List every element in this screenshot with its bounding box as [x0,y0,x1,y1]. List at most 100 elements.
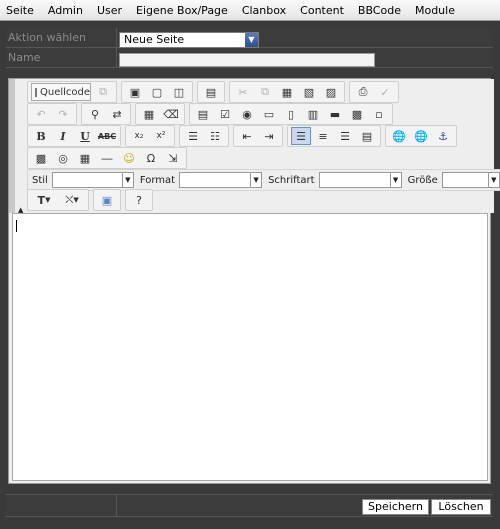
cut-icon[interactable]: ✂ [233,83,253,101]
outdent-icon[interactable]: ⇤ [237,127,257,145]
save-button[interactable]: Speichern [362,499,429,515]
preview-icon[interactable]: ◫ [169,83,189,101]
subscript-button[interactable]: x₂ [129,127,149,145]
name-label: Name [8,51,41,64]
table-icon[interactable]: ▦ [75,149,95,167]
find-icon[interactable]: ⚲ [85,105,105,123]
hidden-field-icon[interactable]: ▫ [369,105,389,123]
about-icon[interactable]: ? [129,191,149,209]
toolbar-row-3: B I U ABC x₂ x² ☰ ☷ ⇤ ⇥ ☰ ≡ ☰ ▤ 🌐 🌐 ⚓ [27,125,461,147]
image-icon[interactable]: ▩ [31,149,51,167]
row-divider [116,28,117,47]
toolbar-group-templates: ▤ [197,81,225,103]
anchor-icon[interactable]: ⚓ [433,127,453,145]
menu-item-module[interactable]: Module [408,4,462,17]
paste-word-icon[interactable]: ▨ [321,83,341,101]
menu-item-seite[interactable]: Seite [0,4,41,17]
toolbar-group-forms: ▤ ☑ ◉ ▭ ▯ ▥ ▬ ▩ ▫ [189,103,393,125]
save-icon[interactable]: ▣ [125,83,145,101]
chevron-down-icon[interactable]: ▼ [245,33,258,47]
style-select[interactable]: ▼ [51,172,134,188]
copy-icon[interactable]: ⧉ [255,83,275,101]
menu-item-user[interactable]: User [90,4,129,17]
flash-icon[interactable]: ◎ [53,149,73,167]
delete-button[interactable]: Löschen [431,499,491,515]
strike-button[interactable]: ABC [97,127,117,145]
text-color-icon[interactable]: T ▼ [31,191,57,209]
undo-icon[interactable]: ↶ [31,105,51,123]
menu-item-admin[interactable]: Admin [41,4,90,17]
special-char-icon[interactable]: Ω [141,149,161,167]
horizontal-rule-icon[interactable]: ― [97,149,117,167]
menu-item-content[interactable]: Content [293,4,351,17]
indent-icon[interactable]: ⇥ [259,127,279,145]
font-select[interactable]: ▼ [318,172,402,188]
row-divider [116,495,117,516]
selection-field-icon[interactable]: ▥ [303,105,323,123]
select-all-icon[interactable]: ▦ [139,105,159,123]
action-select-value: Neue Seite [124,33,185,46]
toolbar-group-find: ⚲ ⇄ [81,103,131,125]
spellcheck-icon[interactable]: ✓ [375,83,395,101]
image-button-icon[interactable]: ▩ [347,105,367,123]
align-center-icon[interactable]: ≡ [313,127,333,145]
remove-format-icon[interactable]: ⌫ [161,105,181,123]
toolbar-group-maximize: ▣ [93,189,121,211]
toolbar-group-combos: Stil ▼ Format ▼ Schriftart ▼ Größe ▼ [27,169,500,191]
underline-button[interactable]: U [75,127,95,145]
row-divider [116,48,117,67]
format-select[interactable]: ▼ [179,172,263,188]
toolbar-group-select: ▦ ⌫ [135,103,185,125]
unlink-icon[interactable]: 🌐 [411,127,431,145]
top-menu-bar: Seite Admin User Eigene Box/Page Clanbox… [0,0,500,21]
numbered-list-icon[interactable]: ☰ [183,127,203,145]
textfield-icon[interactable]: ▭ [259,105,279,123]
toolbar-group-document: ▣ ▢ ◫ [121,81,193,103]
size-select[interactable]: ▼ [441,172,500,188]
chevron-down-icon[interactable]: ▼ [250,173,262,187]
align-right-icon[interactable]: ☰ [335,127,355,145]
page-break-icon[interactable]: ⇲ [163,149,183,167]
bold-button[interactable]: B [31,127,51,145]
editor-content-area[interactable] [12,213,488,481]
print-icon[interactable]: ⎙ [353,83,373,101]
menu-item-clanbox[interactable]: Clanbox [235,4,293,17]
menu-item-eigene-box-page[interactable]: Eigene Box/Page [129,4,235,17]
source-button[interactable]: Quellcode [31,83,91,101]
source-icon [35,87,37,97]
checkbox-icon[interactable]: ☑ [215,105,235,123]
toolbar-group-insert: ▩ ◎ ▦ ― ☺ Ω ⇲ [27,147,187,169]
replace-icon[interactable]: ⇄ [107,105,127,123]
font-label: Schriftart [268,174,315,186]
toolbar-row-5: Stil ▼ Format ▼ Schriftart ▼ Größe ▼ [27,169,500,191]
superscript-button[interactable]: x² [151,127,171,145]
toolbar-group-links: 🌐 🌐 ⚓ [385,125,457,147]
align-justify-icon[interactable]: ▤ [357,127,377,145]
menu-item-bbcode[interactable]: BBCode [351,4,408,17]
toolbar-group-undo: ↶ ↷ [27,103,77,125]
textarea-icon[interactable]: ▯ [281,105,301,123]
radio-icon[interactable]: ◉ [237,105,257,123]
redo-icon[interactable]: ↷ [53,105,73,123]
smiley-icon[interactable]: ☺ [119,149,139,167]
link-icon[interactable]: 🌐 [389,127,409,145]
italic-button[interactable]: I [53,127,73,145]
align-left-icon[interactable]: ☰ [291,127,311,145]
chevron-down-icon[interactable]: ▼ [389,173,401,187]
paste-text-icon[interactable]: ▧ [299,83,319,101]
button-icon[interactable]: ▬ [325,105,345,123]
form-icon[interactable]: ▤ [193,105,213,123]
paste-icon[interactable]: ▦ [277,83,297,101]
chevron-down-icon[interactable]: ▼ [487,173,499,187]
toolbar-row-4: ▩ ◎ ▦ ― ☺ Ω ⇲ [27,147,191,169]
background-color-icon[interactable]: ⛌ ▼ [59,191,85,209]
maximize-icon[interactable]: ▣ [97,191,117,209]
editor-toolbar: Quellcode ⧉ ▣ ▢ ◫ ▤ ✂ ⧉ ▦ ▧ ▨ ⎙ ✓ ↶ ↷ ⚲ … [9,79,500,214]
templates-icon[interactable]: ▤ [201,83,221,101]
action-select[interactable]: Neue Seite ▼ [119,32,259,48]
new-page-icon[interactable]: ▢ [147,83,167,101]
name-input[interactable] [119,53,375,67]
bulleted-list-icon[interactable]: ☷ [205,127,225,145]
chevron-down-icon[interactable]: ▼ [121,173,133,187]
copy-disabled-icon[interactable]: ⧉ [93,83,113,101]
